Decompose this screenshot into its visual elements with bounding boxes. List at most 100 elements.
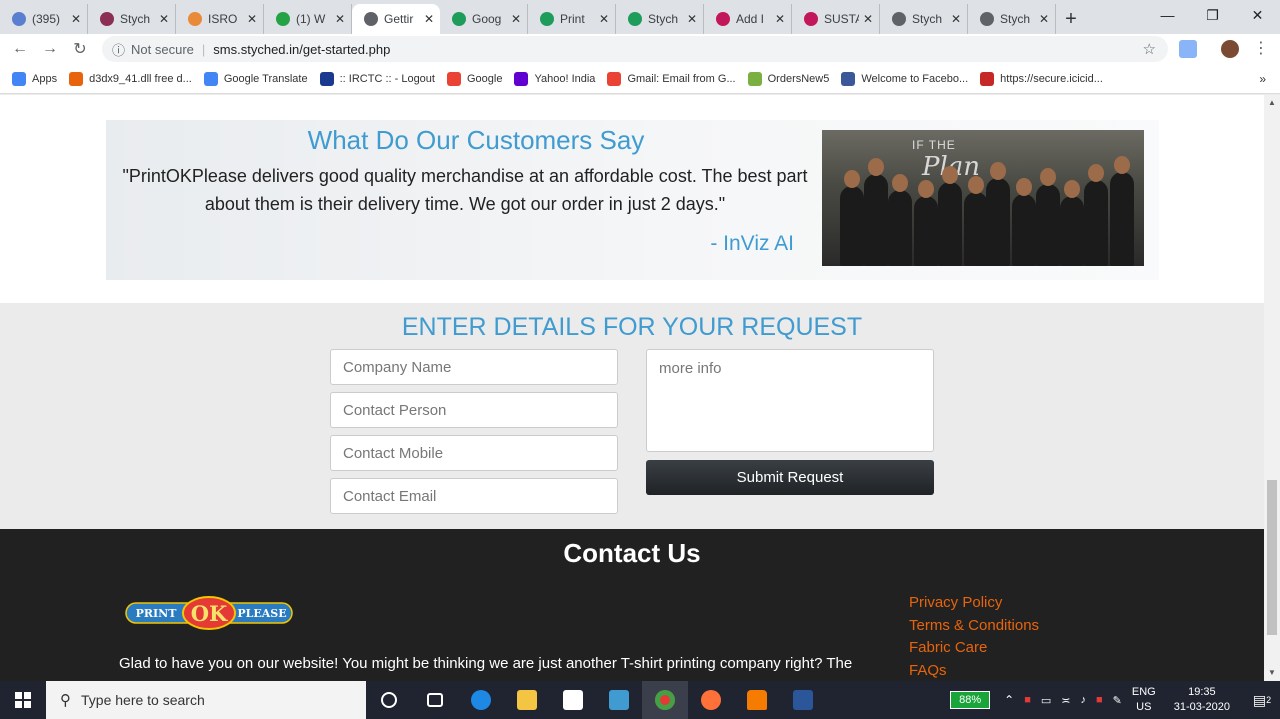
testimonial-quote: "PrintOKPlease delivers good quality mer… bbox=[122, 166, 808, 214]
battery-indicator[interactable]: 88% bbox=[950, 691, 991, 709]
address-bar[interactable]: ⓘ Not secure | sms.styched.in/get-starte… bbox=[102, 36, 1168, 62]
bookmark-item[interactable]: Apps bbox=[12, 71, 57, 86]
browser-tab[interactable]: Goog ✕ bbox=[440, 4, 528, 34]
bookmark-item[interactable]: :: IRCTC :: - Logout bbox=[319, 71, 435, 86]
windows-taskbar: ⚲ Type here to search 88% ⌃ ■ ▭ ≍ ♪ ■ ✎ … bbox=[0, 681, 1280, 719]
clock[interactable]: 19:35 31-03-2020 bbox=[1174, 685, 1230, 715]
contact-email-input[interactable]: Contact Email bbox=[330, 478, 618, 514]
task-view-icon[interactable] bbox=[412, 681, 458, 719]
tab-close-icon[interactable]: ✕ bbox=[863, 12, 873, 26]
forward-icon[interactable]: → bbox=[35, 34, 65, 64]
language-indicator[interactable]: ENG US bbox=[1132, 685, 1156, 715]
notifications-icon[interactable]: ▤ 2 bbox=[1244, 692, 1280, 709]
reload-icon[interactable]: ↻ bbox=[65, 34, 95, 64]
tab-favicon-icon bbox=[892, 12, 906, 26]
word-icon[interactable] bbox=[780, 681, 826, 719]
tab-label: Stych bbox=[648, 12, 679, 26]
new-tab-button[interactable]: + bbox=[1056, 4, 1086, 34]
close-window-icon[interactable]: ✕ bbox=[1235, 0, 1280, 30]
browser-tab[interactable]: Print ✕ bbox=[528, 4, 616, 34]
page-scrollbar[interactable]: ▲ ▼ bbox=[1264, 95, 1280, 681]
tab-close-icon[interactable]: ✕ bbox=[511, 12, 521, 26]
remote-desktop-icon[interactable] bbox=[596, 681, 642, 719]
bookmark-favicon-icon bbox=[12, 71, 26, 86]
browser-tab[interactable]: (395) ✕ bbox=[0, 4, 88, 34]
bookmark-item[interactable]: OrdersNew5 bbox=[747, 71, 829, 86]
tab-close-icon[interactable]: ✕ bbox=[599, 12, 609, 26]
tab-label: Stych bbox=[912, 12, 943, 26]
cortana-icon[interactable] bbox=[366, 681, 412, 719]
faqs-link[interactable]: FAQs bbox=[909, 660, 1039, 681]
contact-person-input[interactable]: Contact Person bbox=[330, 392, 618, 428]
vlc-icon[interactable] bbox=[734, 681, 780, 719]
chrome-icon[interactable] bbox=[642, 681, 688, 719]
tab-close-icon[interactable]: ✕ bbox=[424, 12, 434, 26]
info-icon[interactable]: ⓘ bbox=[112, 40, 125, 59]
tray-chevron-icon[interactable]: ⌃ bbox=[1004, 693, 1014, 707]
app-tray-icon[interactable]: ■ bbox=[1096, 694, 1103, 706]
bookmark-item[interactable]: Google Translate bbox=[203, 71, 308, 86]
printokplease-logo[interactable]: PRINT OK PLEASE bbox=[124, 596, 294, 630]
contact-mobile-input[interactable]: Contact Mobile bbox=[330, 435, 618, 471]
back-icon[interactable]: ← bbox=[5, 34, 35, 64]
bookmark-item[interactable]: Welcome to Facebo... bbox=[841, 71, 968, 86]
bookmark-item[interactable]: https://secure.icicid... bbox=[980, 71, 1103, 86]
browser-tab[interactable]: Stych ✕ bbox=[88, 4, 176, 34]
bookmark-item[interactable]: Google bbox=[446, 71, 502, 86]
browser-tab[interactable]: Stych ✕ bbox=[880, 4, 968, 34]
tab-close-icon[interactable]: ✕ bbox=[775, 12, 785, 26]
file-explorer-icon[interactable] bbox=[504, 681, 550, 719]
system-tray: 88% ⌃ ■ ▭ ≍ ♪ ■ ✎ ENG US 19:35 31-03-202… bbox=[950, 681, 1280, 719]
scroll-down-icon[interactable]: ▼ bbox=[1264, 665, 1280, 681]
bookmark-favicon-icon bbox=[747, 71, 762, 86]
bookmark-star-icon[interactable]: ☆ bbox=[1143, 40, 1156, 58]
tab-close-icon[interactable]: ✕ bbox=[247, 12, 257, 26]
firefox-icon[interactable] bbox=[688, 681, 734, 719]
footer-intro-text: Glad to have you on our website! You mig… bbox=[119, 655, 853, 672]
tab-close-icon[interactable]: ✕ bbox=[71, 12, 81, 26]
volume-icon[interactable]: ♪ bbox=[1081, 694, 1087, 706]
wifi-icon[interactable]: ≍ bbox=[1061, 694, 1070, 707]
tab-close-icon[interactable]: ✕ bbox=[335, 12, 345, 26]
terms-conditions-link[interactable]: Terms & Conditions bbox=[909, 615, 1039, 638]
profile-avatar[interactable] bbox=[1221, 40, 1239, 58]
more-bookmarks-icon[interactable]: » bbox=[1259, 72, 1266, 86]
search-icon: ⚲ bbox=[60, 692, 71, 709]
menu-kebab-icon[interactable]: ⋮ bbox=[1252, 40, 1270, 58]
bookmark-item[interactable]: Yahoo! India bbox=[514, 71, 595, 86]
acrobat-tray-icon[interactable]: ■ bbox=[1024, 694, 1031, 706]
company-name-input[interactable]: Company Name bbox=[330, 349, 618, 385]
bookmark-favicon-icon bbox=[203, 71, 218, 86]
edge-icon[interactable] bbox=[458, 681, 504, 719]
battery-tray-icon[interactable]: ▭ bbox=[1041, 694, 1051, 707]
privacy-policy-link[interactable]: Privacy Policy bbox=[909, 592, 1039, 615]
tab-favicon-icon bbox=[276, 12, 290, 26]
store-icon[interactable] bbox=[550, 681, 596, 719]
more-info-textarea[interactable]: more info bbox=[646, 349, 934, 452]
search-placeholder: Type here to search bbox=[81, 692, 205, 708]
scroll-thumb[interactable] bbox=[1267, 480, 1277, 635]
pen-icon[interactable]: ✎ bbox=[1113, 694, 1122, 707]
bookmarks-bar: Apps d3dx9_41.dll free d... Google Transla… bbox=[0, 64, 1280, 94]
extension-icon[interactable] bbox=[1179, 40, 1197, 58]
tab-close-icon[interactable]: ✕ bbox=[951, 12, 961, 26]
submit-request-button[interactable]: Submit Request bbox=[646, 460, 934, 495]
windows-start-icon[interactable] bbox=[0, 681, 46, 719]
tab-close-icon[interactable]: ✕ bbox=[1039, 12, 1049, 26]
tab-close-icon[interactable]: ✕ bbox=[687, 12, 697, 26]
bookmark-item[interactable]: Gmail: Email from G... bbox=[607, 71, 736, 86]
fabric-care-link[interactable]: Fabric Care bbox=[909, 637, 1039, 660]
taskbar-search[interactable]: ⚲ Type here to search bbox=[46, 681, 366, 719]
scroll-up-icon[interactable]: ▲ bbox=[1264, 95, 1280, 111]
browser-tab[interactable]: Add I ✕ bbox=[704, 4, 792, 34]
browser-tab[interactable]: Gettir ✕ bbox=[352, 4, 440, 34]
browser-tab[interactable]: Stych ✕ bbox=[968, 4, 1056, 34]
browser-tab[interactable]: SUSTA ✕ bbox=[792, 4, 880, 34]
bookmark-item[interactable]: d3dx9_41.dll free d... bbox=[69, 71, 192, 86]
restore-icon[interactable]: ❐ bbox=[1190, 0, 1235, 30]
tab-close-icon[interactable]: ✕ bbox=[159, 12, 169, 26]
minimize-icon[interactable]: — bbox=[1145, 0, 1190, 30]
browser-tab[interactable]: Stych ✕ bbox=[616, 4, 704, 34]
browser-tab[interactable]: (1) W ✕ bbox=[264, 4, 352, 34]
browser-tab[interactable]: ISRO ✕ bbox=[176, 4, 264, 34]
